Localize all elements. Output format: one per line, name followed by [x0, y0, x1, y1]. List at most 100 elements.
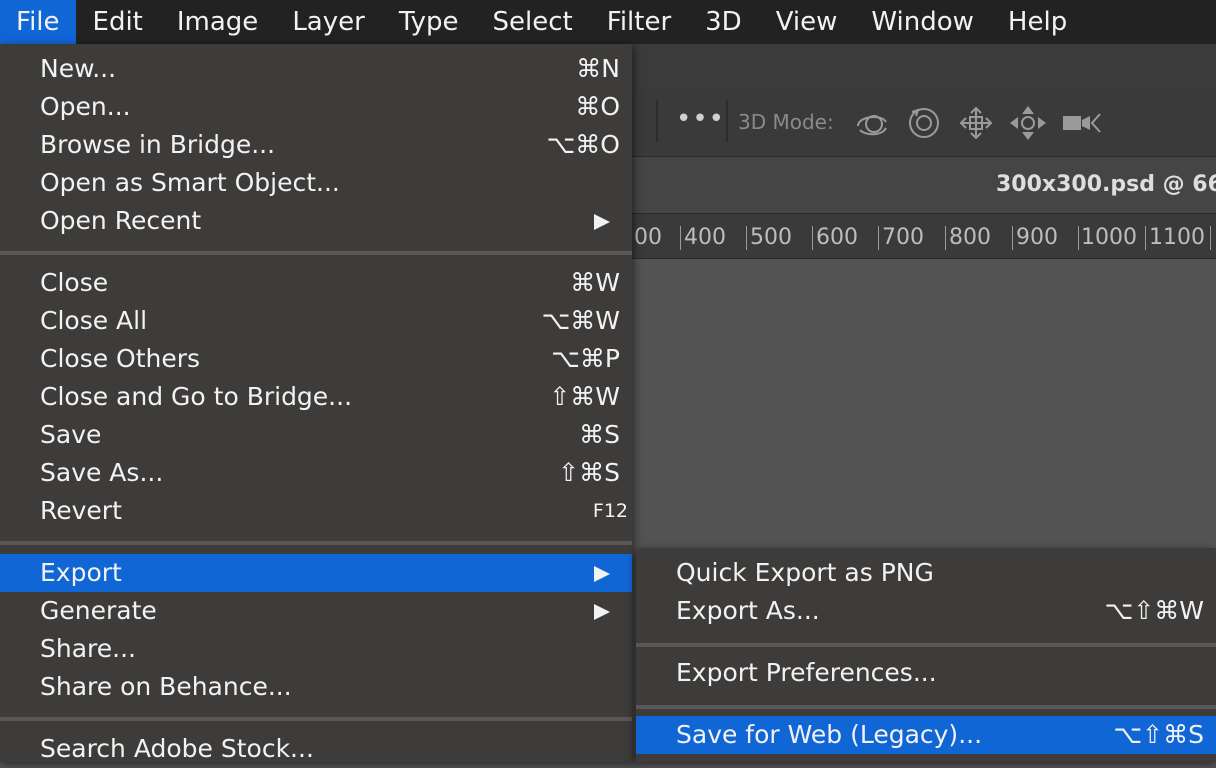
- ruler-label: 500: [750, 225, 792, 250]
- menu-item-label: Close: [40, 268, 109, 297]
- export-submenu: Quick Export as PNG Export As... ⌥⇧⌘W Ex…: [636, 548, 1216, 762]
- menu-item-generate[interactable]: Generate: [0, 592, 632, 630]
- submenu-arrow-icon: [594, 214, 610, 230]
- menu-item-label: Share...: [40, 634, 136, 663]
- menu-file[interactable]: File: [0, 0, 76, 44]
- menu-item-browse-in-bridge[interactable]: Browse in Bridge... ⌥⌘O: [0, 126, 632, 164]
- ruler-tick: [680, 226, 681, 250]
- roll-3d-icon[interactable]: [904, 104, 944, 142]
- ruler-label: 900: [1016, 225, 1058, 250]
- menu-item-open-recent[interactable]: Open Recent: [0, 202, 632, 240]
- menu-separator: [0, 717, 632, 721]
- menu-item-save-as[interactable]: Save As... ⇧⌘S: [0, 454, 632, 492]
- menu-item-label: Browse in Bridge...: [40, 130, 276, 159]
- menu-view[interactable]: View: [759, 0, 855, 44]
- menu-item-close-all[interactable]: Close All ⌥⌘W: [0, 302, 632, 340]
- menu-item-label: Generate: [40, 596, 157, 625]
- ruler-label: 400: [684, 225, 726, 250]
- menu-item-new[interactable]: New... ⌘N: [0, 50, 632, 88]
- menu-item-label: Revert: [40, 496, 122, 525]
- menu-item-label: Close Others: [40, 344, 201, 373]
- menu-item-search-adobe-stock[interactable]: Search Adobe Stock...: [0, 730, 632, 768]
- menu-item-label: Save As...: [40, 458, 164, 487]
- menu-item-label: Export: [40, 558, 122, 587]
- menu-item-open-as-smart-object[interactable]: Open as Smart Object...: [0, 164, 632, 202]
- ruler-tick: [1012, 226, 1013, 250]
- ruler-tick: [945, 226, 946, 250]
- ruler-tick: [1078, 226, 1079, 250]
- menu-separator: [636, 643, 1216, 647]
- menu-item-label: Save: [40, 420, 102, 449]
- scale-3d-camera-icon[interactable]: [1060, 104, 1101, 142]
- ruler-tick: [878, 226, 879, 250]
- menu-item-revert[interactable]: Revert F12: [0, 492, 632, 530]
- options-separator: [726, 100, 728, 142]
- menu-item-shortcut: ⌥⇧⌘S: [1113, 720, 1204, 749]
- menu-item-label: Close and Go to Bridge...: [40, 382, 353, 411]
- ruler-label: 00: [634, 225, 662, 250]
- menu-item-shortcut: ⌘W: [570, 268, 620, 297]
- menu-edit[interactable]: Edit: [76, 0, 160, 44]
- menu-type[interactable]: Type: [382, 0, 476, 44]
- menu-item-close-and-go-to-bridge[interactable]: Close and Go to Bridge... ⇧⌘W: [0, 378, 632, 416]
- options-separator: [656, 100, 658, 142]
- submenu-item-export-preferences[interactable]: Export Preferences...: [636, 654, 1216, 692]
- menu-item-save[interactable]: Save ⌘S: [0, 416, 632, 454]
- more-options-button[interactable]: •••: [676, 104, 725, 134]
- menu-item-export[interactable]: Export: [0, 554, 632, 592]
- menu-item-label: Export As...: [676, 596, 820, 625]
- ruler-label: 800: [949, 225, 991, 250]
- menu-item-label: Open as Smart Object...: [40, 168, 340, 197]
- menu-item-label: Close All: [40, 306, 148, 335]
- menu-separator: [0, 541, 632, 545]
- ruler-label: 1000: [1081, 225, 1137, 250]
- menu-item-shortcut: ⌘S: [579, 420, 620, 449]
- menu-item-label: Open Recent: [40, 206, 202, 235]
- menu-help[interactable]: Help: [991, 0, 1084, 44]
- slide-3d-icon[interactable]: [1008, 104, 1048, 142]
- menu-window[interactable]: Window: [854, 0, 991, 44]
- menu-item-label: Search Adobe Stock...: [40, 734, 314, 763]
- ruler-label: 700: [882, 225, 924, 250]
- menu-item-label: Open...: [40, 92, 131, 121]
- menu-separator: [636, 705, 1216, 709]
- menu-item-shortcut: F12: [592, 500, 628, 522]
- menu-item-shortcut: ⌥⌘W: [541, 306, 620, 335]
- menu-item-label: Share on Behance...: [40, 672, 292, 701]
- menu-item-share[interactable]: Share...: [0, 630, 632, 668]
- drag-3d-icon[interactable]: [956, 104, 996, 142]
- submenu-arrow-icon: [594, 566, 610, 582]
- menu-filter[interactable]: Filter: [590, 0, 688, 44]
- menu-item-open[interactable]: Open... ⌘O: [0, 88, 632, 126]
- menu-item-share-on-behance[interactable]: Share on Behance...: [0, 668, 632, 706]
- document-tab-title[interactable]: 300x300.psd @ 66.7: [996, 172, 1216, 197]
- menu-item-label: New...: [40, 54, 117, 83]
- ruler-label: 600: [816, 225, 858, 250]
- orbit-3d-icon[interactable]: [852, 104, 892, 142]
- ruler-label: 1100: [1149, 225, 1205, 250]
- 3d-mode-label: 3D Mode:: [738, 110, 834, 134]
- ruler-tick: [1210, 226, 1211, 250]
- file-menu-dropdown: New... ⌘N Open... ⌘O Browse in Bridge...…: [0, 44, 632, 763]
- menu-item-shortcut: ⇧⌘W: [549, 382, 620, 411]
- menu-layer[interactable]: Layer: [275, 0, 382, 44]
- ruler-tick: [1145, 226, 1146, 250]
- submenu-item-quick-export-as-png[interactable]: Quick Export as PNG: [636, 554, 1216, 592]
- menu-separator: [0, 251, 632, 255]
- submenu-item-export-as[interactable]: Export As... ⌥⇧⌘W: [636, 592, 1216, 630]
- menu-bar: File Edit Image Layer Type Select Filter…: [0, 0, 1216, 44]
- menu-select[interactable]: Select: [476, 0, 590, 44]
- menu-item-shortcut: ⌥⌘P: [551, 344, 620, 373]
- menu-item-shortcut: ⇧⌘S: [558, 458, 620, 487]
- menu-item-label: Export Preferences...: [676, 658, 937, 687]
- ruler-tick: [746, 226, 747, 250]
- menu-item-close-others[interactable]: Close Others ⌥⌘P: [0, 340, 632, 378]
- menu-image[interactable]: Image: [160, 0, 275, 44]
- menu-item-shortcut: ⌘N: [576, 54, 620, 83]
- menu-3d[interactable]: 3D: [688, 0, 759, 44]
- submenu-arrow-icon: [594, 604, 610, 620]
- menu-item-shortcut: ⌘O: [575, 92, 620, 121]
- menu-item-label: Save for Web (Legacy)...: [676, 720, 983, 749]
- submenu-item-save-for-web-legacy[interactable]: Save for Web (Legacy)... ⌥⇧⌘S: [636, 716, 1216, 754]
- menu-item-close[interactable]: Close ⌘W: [0, 264, 632, 302]
